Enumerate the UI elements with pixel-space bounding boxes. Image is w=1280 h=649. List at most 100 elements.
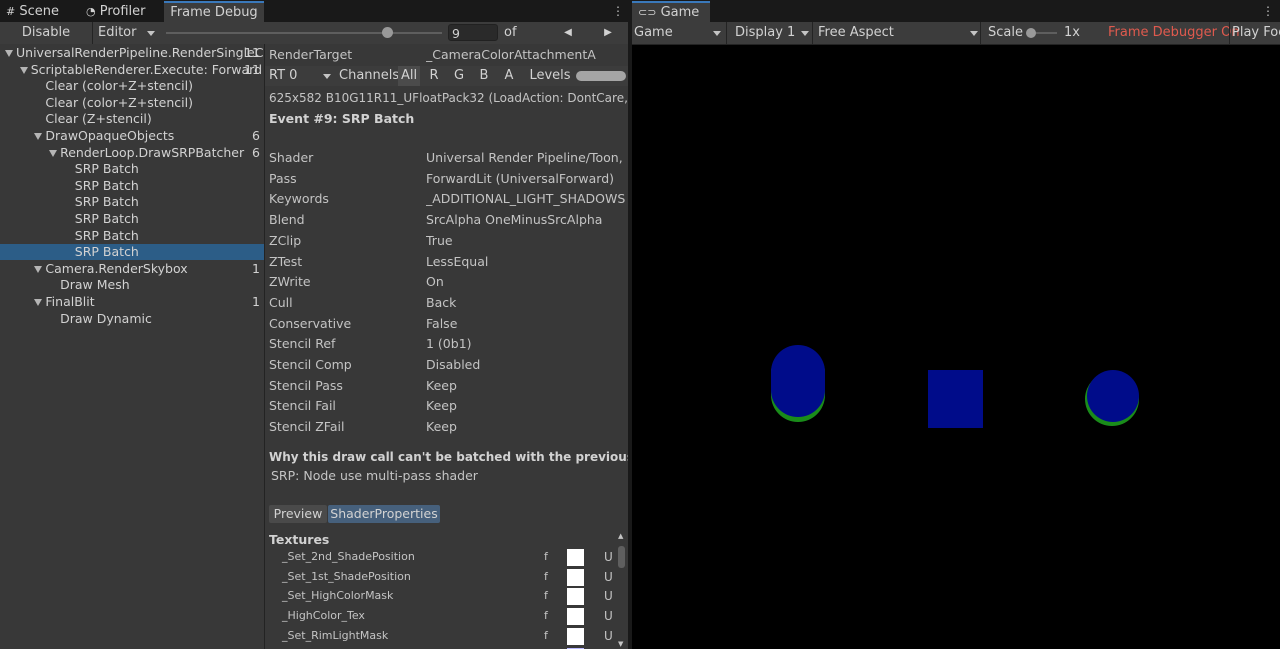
tree-item[interactable]: Draw Mesh xyxy=(0,277,264,293)
tree-item-count: 6 xyxy=(252,144,260,160)
channel-g-toggle[interactable]: G xyxy=(448,66,470,86)
texture-row[interactable]: _Set_RimLightMask f U xyxy=(265,626,615,646)
tree-item[interactable]: SRP Batch xyxy=(0,211,264,227)
property-value[interactable]: ForwardLit (UniversalForward) xyxy=(426,169,626,189)
event-details: RenderTarget _CameraColorAttachmentA RT … xyxy=(265,44,628,649)
tree-item[interactable]: DrawOpaqueObjects 6 xyxy=(0,128,264,144)
property-value[interactable]: LessEqual xyxy=(426,252,626,272)
tree-item[interactable]: SRP Batch xyxy=(0,244,264,261)
tree-item[interactable]: RenderLoop.DrawSRPBatcher 6 xyxy=(0,145,264,161)
expand-triangle-icon[interactable] xyxy=(19,66,28,74)
disable-button[interactable]: Disable xyxy=(0,22,93,44)
texture-flag: f xyxy=(544,550,548,563)
property-key: ZClip xyxy=(269,232,302,248)
property-value[interactable]: Back xyxy=(426,293,626,313)
render-target-value[interactable]: _CameraColorAttachmentA xyxy=(426,45,626,65)
tab-frame-debug[interactable]: Frame Debug xyxy=(164,1,264,24)
texture-row[interactable]: _NormalMapForMatCap f U xyxy=(265,646,615,649)
property-value[interactable]: Keep xyxy=(426,417,626,437)
prev-event-button[interactable]: ◀ xyxy=(552,22,584,44)
texture-flag: f xyxy=(544,569,548,583)
next-event-button[interactable]: ▶ xyxy=(592,22,624,44)
texture-name: _Set_1st_ShadePosition xyxy=(282,569,411,583)
play-focus-dropdown[interactable]: Play Foc xyxy=(1229,22,1280,44)
tree-item[interactable]: SRP Batch xyxy=(0,194,264,210)
property-value[interactable]: On xyxy=(426,272,626,292)
texture-swatch[interactable] xyxy=(567,568,584,586)
tree-item[interactable]: Camera.RenderSkybox 1 xyxy=(0,261,264,277)
tree-item[interactable]: FinalBlit 1 xyxy=(0,294,264,310)
texture-row[interactable]: _Set_1st_ShadePosition f U xyxy=(265,567,615,587)
expand-triangle-icon[interactable] xyxy=(34,133,43,140)
tab-profiler[interactable]: ◔ Profiler xyxy=(86,2,156,22)
tree-item-count: 11 xyxy=(244,61,260,77)
property-row: Stencil Comp Disabled xyxy=(269,355,627,375)
texture-swatch[interactable] xyxy=(567,608,584,626)
property-value[interactable]: True xyxy=(426,231,626,251)
texture-swatch[interactable] xyxy=(567,588,584,606)
property-value[interactable]: Universal Render Pipeline/Toon, S xyxy=(426,148,626,168)
property-value[interactable]: Keep xyxy=(426,396,626,416)
scale-slider-thumb[interactable] xyxy=(1026,28,1036,38)
tree-item[interactable]: SRP Batch xyxy=(0,228,264,244)
texture-name: _Set_HighColorMask xyxy=(282,589,394,603)
tab-game[interactable]: ⊂⊃ Game xyxy=(632,1,710,24)
target-dropdown[interactable]: Editor xyxy=(93,22,159,44)
levels-slider[interactable] xyxy=(576,71,626,81)
game-mode-dropdown[interactable]: Game xyxy=(634,22,722,44)
tree-item[interactable]: SRP Batch xyxy=(0,161,264,177)
property-key: Stencil Fail xyxy=(269,398,336,414)
channel-b-toggle[interactable]: B xyxy=(473,66,495,86)
channel-a-toggle[interactable]: A xyxy=(498,66,520,86)
property-key: Cull xyxy=(269,294,293,310)
tree-item[interactable]: Clear (color+Z+stencil) xyxy=(0,95,264,111)
texture-swatch[interactable] xyxy=(567,549,584,566)
tree-item[interactable]: Clear (Z+stencil) xyxy=(0,111,264,127)
tree-item[interactable]: Clear (color+Z+stencil) xyxy=(0,78,264,94)
property-value[interactable]: _ADDITIONAL_LIGHT_SHADOWS _ xyxy=(426,189,626,209)
tab-preview[interactable]: Preview xyxy=(269,505,327,523)
display-dropdown[interactable]: Display 1 xyxy=(726,22,812,44)
event-index-field[interactable]: 9 xyxy=(448,24,498,41)
texture-stage: U xyxy=(604,609,613,624)
texture-row[interactable]: _Set_HighColorMask f U xyxy=(265,586,615,606)
game-view: Game Display 1 Free Aspect Scale 1x Fram… xyxy=(632,22,1280,649)
triangle-down-icon[interactable]: ▼ xyxy=(618,640,623,648)
more-menu-icon[interactable]: ⋮ xyxy=(1262,4,1274,18)
tree-item[interactable]: Draw Dynamic xyxy=(0,311,264,327)
tree-item-label: SRP Batch xyxy=(74,244,139,260)
property-value[interactable]: 1 (0b1) xyxy=(426,334,626,354)
more-menu-icon[interactable]: ⋮ xyxy=(612,4,624,18)
tree-item-label: SRP Batch xyxy=(74,194,139,210)
property-value[interactable]: Disabled xyxy=(426,355,626,375)
event-tree: UniversalRenderPipeline.RenderSingleC 11 S… xyxy=(0,44,265,649)
triangle-up-icon[interactable]: ▲ xyxy=(618,532,623,540)
tab-scene[interactable]: # Scene xyxy=(6,2,76,22)
channel-all-toggle[interactable]: All xyxy=(398,66,420,86)
channel-r-toggle[interactable]: R xyxy=(423,66,445,86)
vertical-scrollbar[interactable]: ▲ ▼ xyxy=(617,532,627,649)
expand-triangle-icon[interactable] xyxy=(49,149,58,157)
property-value[interactable]: Keep xyxy=(426,376,626,396)
tree-item[interactable]: UniversalRenderPipeline.RenderSingleC 11 xyxy=(0,45,264,61)
scrollbar-thumb[interactable] xyxy=(618,546,625,568)
property-value[interactable]: SrcAlpha OneMinusSrcAlpha xyxy=(426,210,626,230)
rt-dropdown[interactable]: RT 0 xyxy=(265,66,335,86)
texture-row[interactable]: _Set_2nd_ShadePosition f U xyxy=(265,547,615,567)
aspect-dropdown[interactable]: Free Aspect xyxy=(812,22,978,44)
scale-label: Scale xyxy=(988,25,1023,40)
event-slider-track[interactable] xyxy=(166,32,442,34)
expand-triangle-icon[interactable] xyxy=(34,265,43,273)
expand-triangle-icon[interactable] xyxy=(34,299,43,306)
triangle-left-icon: ◀ xyxy=(564,27,572,38)
property-value[interactable]: False xyxy=(426,314,626,334)
texture-row[interactable]: _HighColor_Tex f U xyxy=(265,606,615,626)
event-slider-thumb[interactable] xyxy=(381,27,393,38)
tree-item[interactable]: SRP Batch xyxy=(0,178,264,194)
expand-triangle-icon[interactable] xyxy=(5,50,13,57)
chevron-down-icon xyxy=(713,31,721,36)
texture-swatch[interactable] xyxy=(567,627,584,645)
tree-item-label: DrawOpaqueObjects xyxy=(45,128,175,143)
tab-shader-properties[interactable]: ShaderProperties xyxy=(328,505,440,523)
tree-item[interactable]: ScriptableRenderer.Execute: Forward 11 xyxy=(0,62,264,78)
